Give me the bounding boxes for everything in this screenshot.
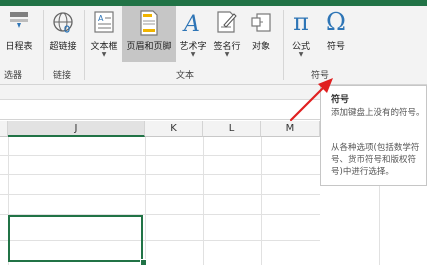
red-arrow-annotation <box>289 78 333 122</box>
